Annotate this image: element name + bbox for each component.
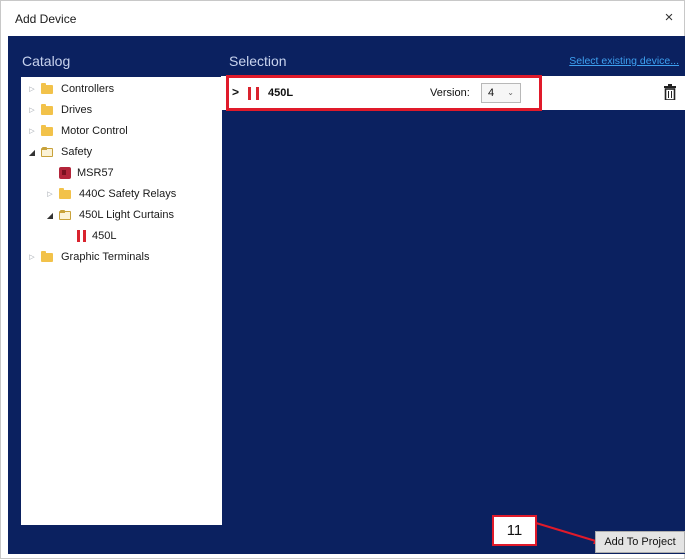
tree-item-label: Graphic Terminals bbox=[61, 251, 150, 263]
folder-icon bbox=[41, 124, 53, 136]
expand-arrow-icon[interactable]: ▷ bbox=[27, 253, 37, 261]
title-bar: Add Device × bbox=[1, 1, 684, 35]
trash-icon[interactable] bbox=[663, 84, 677, 100]
safety-relay-icon bbox=[59, 167, 71, 179]
tree-item-graphic-terminals[interactable]: ▷ Graphic Terminals bbox=[27, 248, 149, 266]
tree-item-450l[interactable]: 450L bbox=[77, 227, 116, 245]
tree-item-440c-safety-relays[interactable]: ▷ 440C Safety Relays bbox=[45, 185, 176, 203]
dialog-body: Catalog ▷ Controllers ▷ Drives ▷ Motor C… bbox=[8, 36, 685, 554]
tree-item-controllers[interactable]: ▷ Controllers bbox=[27, 80, 114, 98]
catalog-tree[interactable]: ▷ Controllers ▷ Drives ▷ Motor Control ◢… bbox=[21, 77, 222, 525]
tree-item-label: Drives bbox=[61, 104, 93, 116]
dialog-title: Add Device bbox=[15, 12, 77, 26]
tree-item-label: 450L Light Curtains bbox=[79, 209, 174, 221]
tree-item-label: 440C Safety Relays bbox=[79, 188, 177, 200]
tree-item-450l-light-curtains[interactable]: ◢ 450L Light Curtains bbox=[45, 206, 174, 224]
folder-icon bbox=[59, 187, 71, 199]
tree-item-label: 450L bbox=[92, 230, 117, 242]
tree-item-motor-control[interactable]: ▷ Motor Control bbox=[27, 122, 128, 140]
tree-item-safety[interactable]: ◢ Safety bbox=[27, 143, 92, 161]
tree-item-msr57[interactable]: MSR57 bbox=[59, 164, 114, 182]
select-existing-device-link[interactable]: Select existing device... bbox=[569, 55, 679, 67]
tree-item-drives[interactable]: ▷ Drives bbox=[27, 101, 92, 119]
selection-header: Selection bbox=[229, 53, 287, 69]
callout-number: 11 bbox=[492, 515, 537, 546]
expand-arrow-icon[interactable]: ▷ bbox=[27, 127, 37, 135]
add-to-project-button[interactable]: Add To Project bbox=[595, 531, 685, 553]
tree-item-label: Safety bbox=[61, 146, 93, 158]
open-folder-icon bbox=[59, 209, 71, 220]
selection-highlight-box bbox=[226, 75, 542, 111]
folder-icon bbox=[41, 250, 53, 262]
expand-arrow-icon[interactable]: ▷ bbox=[27, 106, 37, 114]
tree-item-label: Motor Control bbox=[61, 125, 128, 137]
expand-arrow-icon[interactable]: ▷ bbox=[27, 85, 37, 93]
collapse-arrow-icon[interactable]: ◢ bbox=[27, 148, 37, 157]
close-icon[interactable]: × bbox=[660, 9, 678, 27]
light-curtain-icon bbox=[77, 230, 86, 242]
catalog-header: Catalog bbox=[22, 53, 71, 69]
open-folder-icon bbox=[41, 146, 53, 157]
collapse-arrow-icon[interactable]: ◢ bbox=[45, 211, 55, 220]
folder-icon bbox=[41, 103, 53, 115]
tree-item-label: MSR57 bbox=[77, 167, 114, 179]
add-device-dialog: Add Device × Catalog ▷ Controllers ▷ Dri… bbox=[0, 0, 685, 559]
expand-arrow-icon[interactable]: ▷ bbox=[45, 190, 55, 198]
folder-icon bbox=[41, 82, 53, 94]
tree-item-label: Controllers bbox=[61, 83, 115, 95]
